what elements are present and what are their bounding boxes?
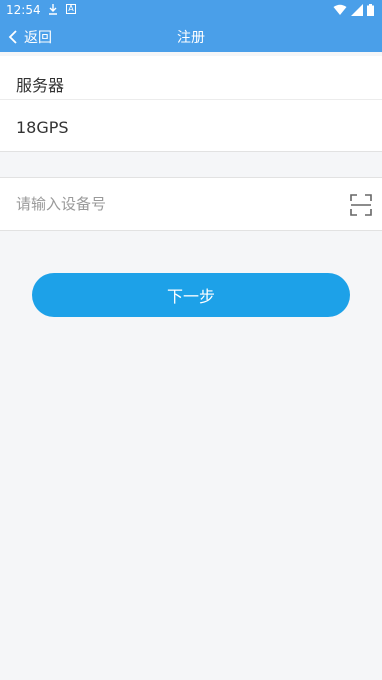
notification-a-icon: A [66, 4, 76, 14]
status-icons [333, 4, 374, 16]
download-icon [49, 4, 57, 15]
device-section [0, 177, 382, 231]
scan-icon[interactable] [350, 194, 372, 216]
server-value[interactable]: 18GPS [16, 118, 69, 137]
next-step-button[interactable]: 下一步 [32, 273, 350, 317]
server-label: 服务器 [16, 76, 65, 95]
signal-icon [351, 4, 363, 16]
server-section: 服务器 18GPS [0, 56, 382, 152]
status-bar: 12:54 A [0, 0, 382, 20]
status-time: 12:54 [6, 3, 41, 17]
page-title: 注册 [177, 30, 205, 46]
wifi-icon [333, 4, 347, 15]
device-number-input[interactable] [16, 192, 316, 216]
app-bar: 返回 注册 [0, 20, 382, 52]
divider [0, 99, 382, 100]
battery-icon [367, 4, 374, 16]
